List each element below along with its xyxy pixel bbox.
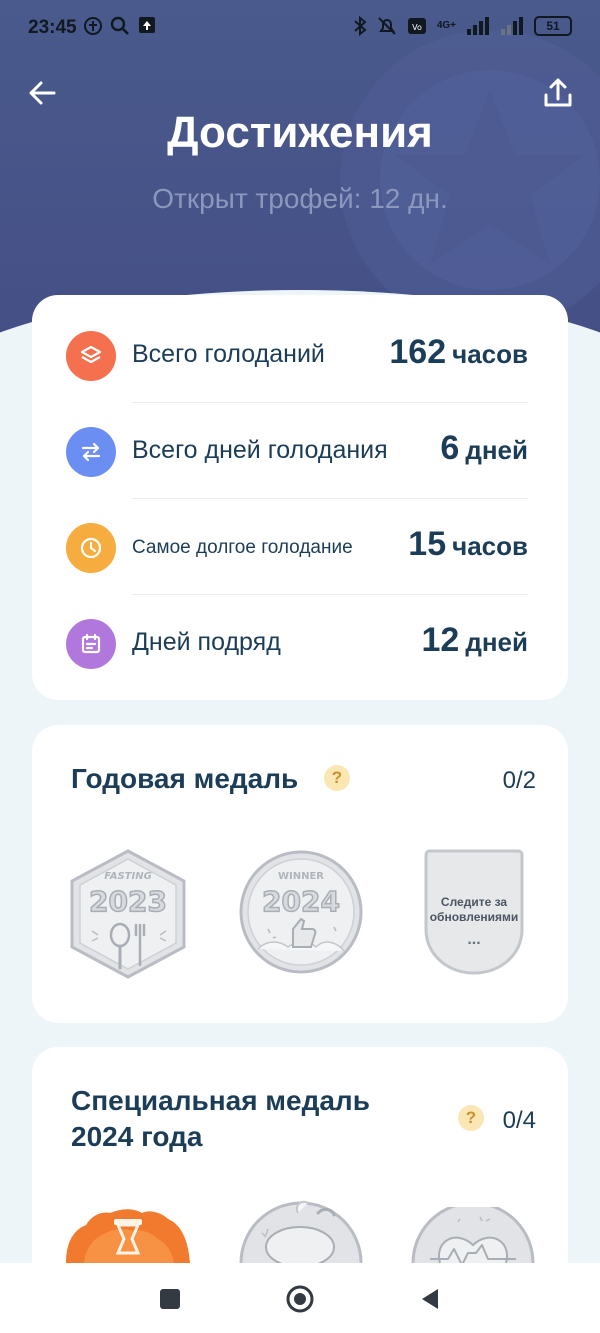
home-icon[interactable]: [284, 1283, 316, 1315]
upcoming-medal[interactable]: Следите за обновлениями ...: [422, 849, 526, 977]
stat-label: Всего голоданий: [132, 340, 325, 368]
svg-text:FASTING: FASTING: [104, 871, 152, 882]
upcoming-medal-text: Следите за обновлениями: [429, 895, 519, 924]
special-medal-title: Специальная медаль 2024 года: [71, 1085, 370, 1152]
volte-icon: Vo: [407, 18, 426, 34]
search-icon: [110, 16, 129, 35]
calendar-icon: [66, 619, 116, 669]
stat-row-longest-fast: Самое долгое голодание 15 часов: [32, 499, 568, 595]
stat-value: 162 часов: [389, 333, 528, 371]
svg-text:2024: 2024: [262, 885, 340, 918]
stat-label: Всего дней голодания: [132, 436, 388, 464]
special-medal-feast[interactable]: [238, 1199, 364, 1263]
stat-label: Дней подряд: [132, 628, 281, 656]
stat-row-streak: Дней подряд 12 дней: [32, 595, 568, 691]
status-bar: 23:45 Vo 4G+ 51: [0, 0, 600, 56]
special-medal-fire[interactable]: [64, 1207, 192, 1263]
stat-value: 15 часов: [408, 525, 528, 563]
notification-icon: [139, 17, 155, 33]
yearly-medal-card: Годовая медаль ? 0/2 FASTING 2023 WINNER…: [32, 725, 568, 1023]
stat-label: Самое долгое голодание: [132, 537, 353, 558]
special-medal-heart[interactable]: [410, 1207, 536, 1263]
signal-icon-2: [501, 17, 523, 35]
clock-icon: [66, 523, 116, 573]
share-icon[interactable]: [540, 75, 576, 111]
network-type: 4G+: [436, 20, 456, 31]
yearly-medal-count: 0/2: [502, 767, 536, 794]
signal-icon: [467, 17, 489, 35]
yearly-medal-title: Годовая медаль: [71, 763, 299, 794]
mute-icon: [378, 17, 396, 35]
stat-row-total-days: Всего дней голодания 6 дней: [32, 403, 568, 499]
upcoming-medal-dots: ...: [467, 931, 481, 948]
status-time: 23:45: [28, 17, 77, 38]
swap-icon: [66, 427, 116, 477]
special-medal-count: 0/4: [502, 1107, 536, 1134]
page-subtitle: Открыт трофей: 12 дн.: [152, 183, 448, 214]
recent-apps-icon[interactable]: [154, 1283, 186, 1315]
stat-value: 12 дней: [421, 621, 528, 659]
battery-icon: 51: [534, 16, 572, 36]
help-icon[interactable]: ?: [324, 765, 350, 791]
system-nav-bar: [0, 1263, 600, 1333]
svg-text:Vo: Vo: [412, 23, 422, 32]
stat-row-total-fasts: Всего голоданий 162 часов: [32, 307, 568, 403]
sim-icon: [84, 17, 102, 35]
bluetooth-icon: [354, 16, 367, 36]
svg-text:2023: 2023: [89, 885, 167, 918]
stats-card: Всего голоданий 162 часов Всего дней голо…: [32, 295, 568, 700]
page-title: Достижения: [167, 108, 433, 157]
help-icon[interactable]: ?: [458, 1105, 484, 1131]
svg-text:WINNER: WINNER: [278, 871, 324, 882]
back-icon[interactable]: [414, 1283, 446, 1315]
back-arrow-icon[interactable]: [24, 75, 60, 111]
medal-2023[interactable]: FASTING 2023: [68, 847, 188, 981]
layers-icon: [66, 331, 116, 381]
stat-value: 6 дней: [440, 429, 528, 467]
medal-2024[interactable]: WINNER 2024: [238, 849, 364, 975]
